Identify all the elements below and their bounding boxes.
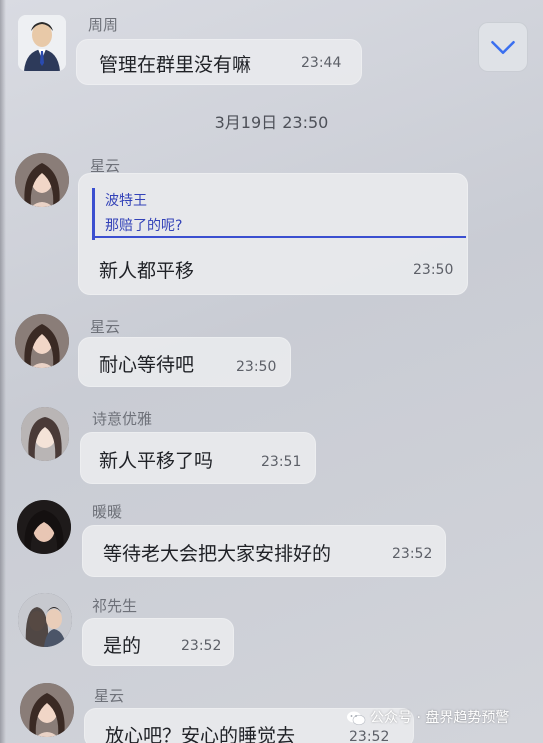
avatar-qixiansheng[interactable] [18,593,72,647]
scroll-to-bottom-button[interactable] [478,22,528,72]
message-time: 23:52 [181,638,222,654]
message-text: 管理在群里没有嘛 [99,54,252,76]
quote-accent-bar [92,188,95,240]
message-time: 23:51 [261,454,302,470]
message-text: 耐心等待吧 [99,354,195,376]
woman-avatar-icon [20,683,74,737]
message-time: 23:52 [392,546,433,562]
sender-name: 星云 [90,318,121,336]
woman-avatar-icon [15,314,69,368]
sender-name: 诗意优雅 [92,410,153,428]
avatar-xingyun[interactable] [20,683,74,737]
avatar-xingyun[interactable] [15,153,69,207]
message-time: 23:44 [301,55,342,71]
message-time: 23:52 [349,729,390,743]
date-separator: 3月19日 23:50 [214,113,329,132]
message-text: 放心吧？安心的睡觉去 [105,725,296,743]
message-time: 23:50 [413,262,454,278]
chat-screen: 周周 管理在群里没有嘛 23:44 3月19日 23:50 星云 波特王 那赔了… [0,0,543,743]
couple-avatar-icon [18,593,72,647]
sender-name: 星云 [94,687,125,705]
message-text: 是的 [103,635,142,657]
quote-author[interactable]: 波特王 [105,190,147,210]
watermark: 公众号 · 盘界趋势预警 [346,707,509,727]
quote-text[interactable]: 那赔了的呢? [105,215,182,235]
avatar-shiyiyouya[interactable] [21,407,69,461]
message-text: 新人都平移 [99,260,195,282]
woman-avatar-icon [17,500,71,554]
man-in-suit-icon [18,15,66,71]
chevron-down-icon [491,40,515,55]
message-time: 23:50 [236,359,277,375]
message-text: 等待老大会把大家安排好的 [103,543,332,565]
wechat-icon [347,711,366,726]
avatar-zhouzhou[interactable] [18,15,66,71]
avatar-xingyun[interactable] [15,314,69,368]
quote-divider [94,236,466,238]
avatar-nuannuan[interactable] [17,500,71,554]
sender-name: 祁先生 [92,597,138,615]
message-text: 新人平移了吗 [99,450,214,472]
cartoon-girl-avatar-icon [21,407,69,461]
woman-avatar-icon [15,153,69,207]
sender-name: 暖暖 [92,503,123,521]
sender-name: 周周 [88,16,119,34]
watermark-text: 公众号 · 盘界趋势预警 [370,710,510,726]
